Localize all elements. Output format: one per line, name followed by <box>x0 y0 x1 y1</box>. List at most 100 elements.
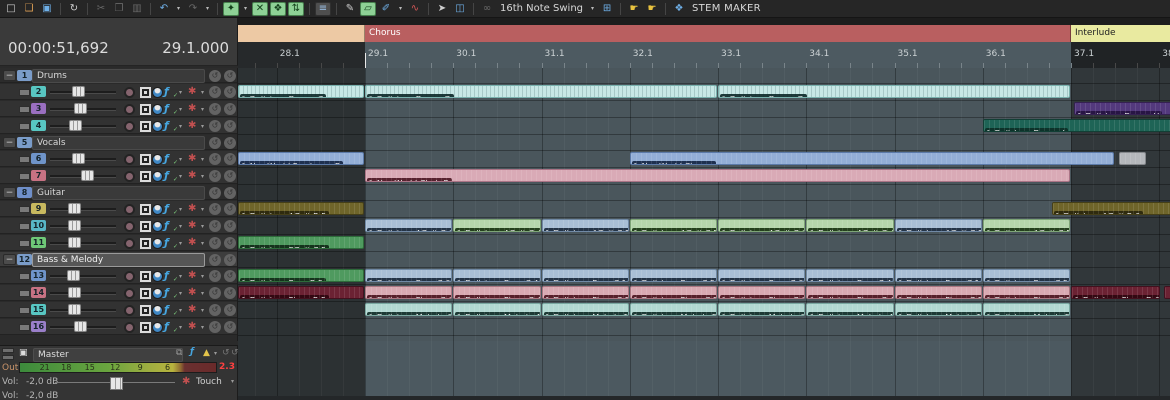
track-volume-slider[interactable] <box>50 175 116 178</box>
envelope-move-button[interactable]: ⇅ <box>288 2 304 16</box>
track-name-field[interactable]: Vocals <box>32 136 205 150</box>
master-env-mini-button[interactable] <box>2 348 14 353</box>
envelope-button[interactable]: ↺ <box>209 86 221 98</box>
media-item-delicious-bass-c-1[interactable]: ↻Delicious Bass C 1 <box>542 269 629 282</box>
media-item-delicious-piano-c-4[interactable]: ↻Delicious Piano C 4 <box>453 286 540 299</box>
media-item-delicious-aguit-c-4[interactable]: ↻Delicious AGuit C 4 <box>453 219 540 232</box>
track-volume-handle[interactable] <box>67 270 80 281</box>
record-monitor-button[interactable] <box>140 221 151 232</box>
master-automation-mode[interactable]: Touch <box>196 377 222 387</box>
record-monitor-button[interactable] <box>140 154 151 165</box>
chevron-down-icon[interactable]: ▾ <box>396 2 405 16</box>
media-item-delicious-piano-b-5[interactable]: ↻Delicious Piano B 5 <box>238 286 364 299</box>
track-lane-area[interactable]: ↻Delicious Drums C↻Delicious Drums D↻Del… <box>238 68 1170 341</box>
media-item-delicious-melody-5[interactable]: ↻Delicious Melody 5 <box>630 303 717 316</box>
media-item-delicious-drums-i[interactable]: ↻Delicious Drums I <box>983 119 1170 132</box>
automation-button[interactable]: ↺ <box>224 321 236 333</box>
media-item-delicious-aguit-c-1[interactable]: ↻Delicious AGuit C 1 <box>895 219 982 232</box>
master-clip-indicator[interactable]: 2.3 <box>219 362 235 372</box>
routing-button[interactable] <box>152 204 163 215</box>
master-warning-icon[interactable]: ▲ <box>203 348 210 358</box>
fx-dropdown-icon[interactable]: ▾ <box>179 123 182 130</box>
media-item-delicious-aguit-c-6[interactable]: ↻Delicious AGuit C 6 <box>718 219 805 232</box>
grid-settings-button[interactable]: ⊞ <box>599 2 615 16</box>
fx-dropdown-icon[interactable]: ▾ <box>179 106 182 113</box>
media-item-delicious-melody-6[interactable]: ↻Delicious Melody 6 <box>365 303 452 316</box>
track-name-field[interactable]: Drums <box>32 69 205 83</box>
record-settings-gear-icon[interactable]: ✱ <box>188 288 196 298</box>
record-settings-dropdown-icon[interactable]: ▾ <box>201 106 204 113</box>
track-fold-mini-button[interactable] <box>19 156 30 163</box>
track-header-bass-melody[interactable]: −12Bass & Melody↺↺ <box>0 252 237 267</box>
sync-button[interactable]: ↻ <box>66 2 82 16</box>
media-item-delicious-bass-c-6[interactable]: ↻Delicious Bass C 6 <box>718 269 805 282</box>
track-volume-handle[interactable] <box>68 220 81 231</box>
record-arm-button[interactable] <box>124 171 135 182</box>
track-header-15[interactable]: 15ƒ✓▾✱▾↺↺ <box>0 302 237 318</box>
hand-tool-1-button[interactable]: ☛ <box>626 2 642 16</box>
fx-dropdown-icon[interactable]: ▾ <box>179 89 182 96</box>
envelope-button[interactable]: ↺ <box>209 203 221 215</box>
curve-tool-button[interactable]: ∿ <box>407 2 423 16</box>
record-arm-button[interactable] <box>124 271 135 282</box>
stem-maker-label[interactable]: STEM MAKER <box>689 3 764 14</box>
record-arm-button[interactable] <box>124 154 135 165</box>
envelope-button[interactable]: ↺ <box>209 237 221 249</box>
ripple-edit-button[interactable]: ≡ <box>315 2 331 16</box>
track-fold-mini-button[interactable] <box>19 240 30 247</box>
record-monitor-button[interactable] <box>140 271 151 282</box>
track-volume-handle[interactable] <box>68 203 81 214</box>
media-item-delicious-piano-c-6[interactable]: ↻Delicious Piano C 6 <box>718 286 805 299</box>
transport-beats[interactable]: 29.1.000 <box>162 39 229 57</box>
track-volume-handle[interactable] <box>68 304 81 315</box>
master-env-mini-button-2[interactable] <box>2 355 14 360</box>
track-volume-handle[interactable] <box>72 153 85 164</box>
track-header-13[interactable]: 13ƒ✓▾✱▾↺↺ <box>0 268 237 284</box>
media-item-delicious-bass-c-5[interactable]: ↻Delicious Bass C 5 <box>630 269 717 282</box>
media-item-delicious-melody-4[interactable]: ↻Delicious Melody 4 <box>806 303 893 316</box>
media-item-delicious-aguit-b-6[interactable]: ↻Delicious AGuit B 6 <box>1052 202 1170 215</box>
arrange-area[interactable]: ChorusInterlude 28.129.130.131.132.133.1… <box>238 18 1170 400</box>
media-item-newworld-chorus[interactable]: ↻NewWorld Chorus <box>630 152 1114 165</box>
routing-button[interactable] <box>152 288 163 299</box>
track-number-badge[interactable]: 3 <box>31 103 46 114</box>
master-vol2-value[interactable]: -2,0 dB <box>26 391 58 400</box>
envelope-button[interactable]: ↺ <box>209 220 221 232</box>
routing-button[interactable] <box>152 154 163 165</box>
track-volume-handle[interactable] <box>72 86 85 97</box>
fx-button[interactable]: ƒ✓ <box>164 236 176 249</box>
master-automation-dropdown-icon[interactable]: ▾ <box>231 378 234 385</box>
media-item-delicious-melody-1[interactable]: ↻Delicious Melody 1 <box>895 303 982 316</box>
record-settings-dropdown-icon[interactable]: ▾ <box>201 156 204 163</box>
track-number-badge[interactable]: 12 <box>17 254 32 265</box>
media-item-delicious-piano-c-1[interactable]: ↻Delicious Piano C 1 <box>542 286 629 299</box>
automation-button[interactable]: ↺ <box>224 237 236 249</box>
track-header-vocals[interactable]: −5Vocals↺↺ <box>0 135 237 150</box>
media-item-delicious-aguit-c-4[interactable]: ↻Delicious AGuit C 4 <box>806 219 893 232</box>
track-header-guitar[interactable]: −8Guitar↺↺ <box>0 185 237 200</box>
track-number-badge[interactable]: 13 <box>31 270 46 281</box>
automation-button[interactable]: ↺ <box>224 287 236 299</box>
record-settings-dropdown-icon[interactable]: ▾ <box>201 223 204 230</box>
region-unlabeled[interactable] <box>238 25 365 42</box>
undo-button[interactable]: ↶ <box>156 2 172 16</box>
automation-button[interactable]: ↺ <box>224 304 236 316</box>
chevron-down-icon[interactable]: ▾ <box>241 2 250 16</box>
automation-button[interactable]: ↺ <box>224 70 236 82</box>
record-settings-dropdown-icon[interactable]: ▾ <box>201 206 204 213</box>
track-fold-mini-button[interactable] <box>19 223 30 230</box>
record-settings-dropdown-icon[interactable]: ▾ <box>201 324 204 331</box>
folder-collapse-button[interactable]: − <box>3 254 16 265</box>
track-number-badge[interactable]: 7 <box>31 170 46 181</box>
record-settings-gear-icon[interactable]: ✱ <box>188 104 196 114</box>
record-arm-button[interactable] <box>124 104 135 115</box>
track-fold-mini-button[interactable] <box>19 206 30 213</box>
track-name-field[interactable]: Guitar <box>32 186 205 200</box>
track-volume-slider[interactable] <box>50 225 116 228</box>
media-item-newworld-choir-b[interactable]: ↻NewWorld Choir B <box>365 169 1070 182</box>
open-project-button[interactable]: ❑ <box>21 2 37 16</box>
record-arm-button[interactable] <box>124 238 135 249</box>
track-number-badge[interactable]: 8 <box>17 187 32 198</box>
swing-preset-label[interactable]: 16th Note Swing <box>497 3 586 14</box>
copy-button[interactable]: ❐ <box>111 2 127 16</box>
